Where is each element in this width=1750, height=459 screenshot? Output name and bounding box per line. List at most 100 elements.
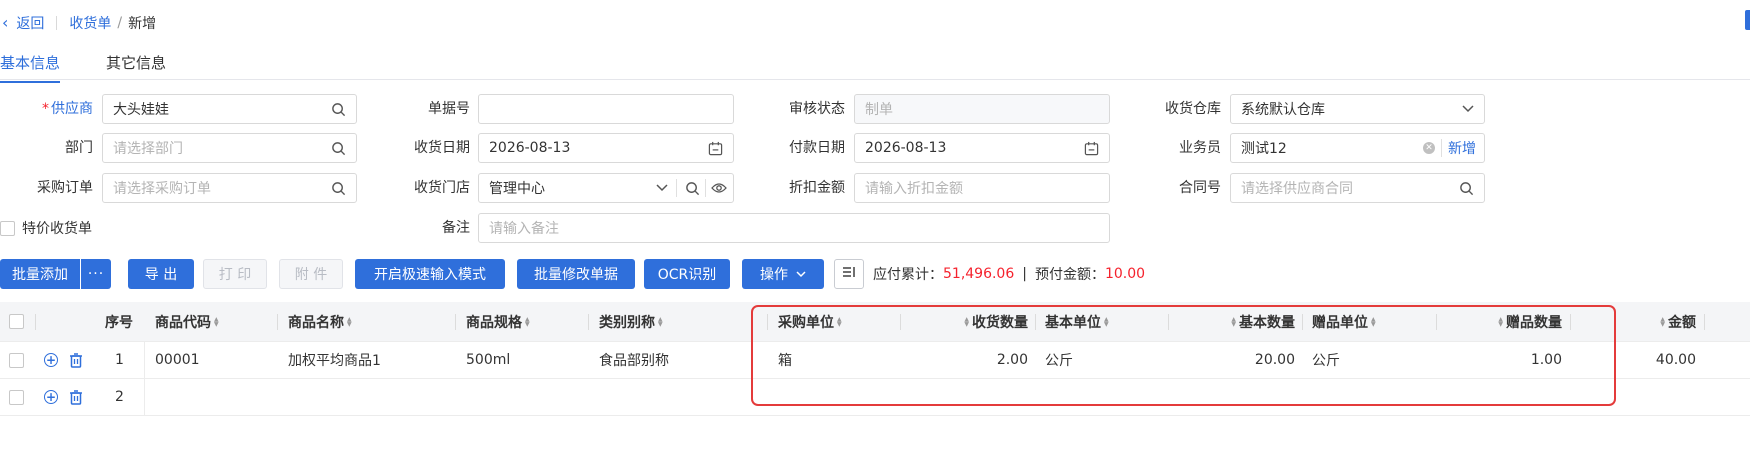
header-divider — [588, 314, 589, 330]
header-name[interactable]: 商品名称 ▲ ▼ — [288, 302, 352, 341]
eye-icon[interactable] — [711, 182, 727, 194]
cell-amount[interactable]: 40.00 — [1570, 342, 1696, 378]
supplier-field[interactable]: 大头娃娃 — [102, 94, 357, 124]
header-divider — [1704, 314, 1705, 330]
sort-icon: ▲ ▼ — [1498, 315, 1503, 328]
more-button[interactable]: ··· — [81, 259, 111, 289]
trash-icon[interactable] — [69, 342, 83, 378]
contract-field[interactable]: 请选择供应商合同 — [1230, 173, 1485, 203]
search-icon[interactable] — [1459, 181, 1474, 196]
trash-icon[interactable] — [69, 379, 83, 415]
clear-icon[interactable]: ✕ — [1423, 142, 1435, 154]
header-category[interactable]: 类别别称 ▲ ▼ — [599, 302, 663, 341]
remark-input[interactable]: 请输入备注 — [478, 213, 1110, 243]
attach-button[interactable]: 附 件 — [279, 259, 343, 289]
discount-placeholder: 请输入折扣金额 — [865, 181, 963, 197]
contract-placeholder: 请选择供应商合同 — [1241, 181, 1353, 197]
cell-name[interactable]: 加权平均商品1 — [288, 342, 381, 378]
breadcrumb-parent[interactable]: 收货单 — [69, 13, 111, 33]
supplier-label: * 供应商 — [42, 101, 93, 117]
print-button[interactable]: 打 印 — [203, 259, 267, 289]
discount-input[interactable]: 请输入折扣金额 — [854, 173, 1110, 203]
header-recv-qty[interactable]: ▲ ▼ 收货数量 — [900, 302, 1028, 341]
warehouse-select[interactable]: 系统默认仓库 — [1230, 94, 1485, 124]
prepaid-label: 预付金额： — [1034, 267, 1105, 283]
salesman-value: 测试12 — [1241, 141, 1287, 157]
store-select[interactable]: 管理中心 — [478, 173, 734, 203]
receive-date-value: 2026-08-13 — [489, 140, 571, 156]
search-icon[interactable] — [331, 181, 346, 196]
column-divider — [144, 342, 145, 416]
divider — [56, 16, 58, 30]
pay-date-field[interactable]: 2026-08-13 — [854, 133, 1110, 163]
remark-placeholder: 请输入备注 — [489, 221, 559, 237]
receive-date-field[interactable]: 2026-08-13 — [478, 133, 734, 163]
export-button[interactable]: 导 出 — [128, 259, 194, 289]
tab-other-info[interactable]: 其它信息 — [106, 52, 166, 81]
header-spec[interactable]: 商品规格 ▲ ▼ — [466, 302, 530, 341]
cell-code[interactable]: 00001 — [155, 342, 200, 378]
header-code[interactable]: 商品代码 ▲ ▼ — [155, 302, 219, 341]
operate-dropdown[interactable]: 操作 — [742, 259, 824, 289]
row-checkbox[interactable] — [9, 379, 24, 415]
department-placeholder: 请选择部门 — [113, 141, 183, 157]
audit-status-placeholder: 制单 — [865, 102, 893, 118]
tab-bar: 基本信息 其它信息 — [0, 46, 1750, 83]
audit-status-label: 审核状态 — [789, 101, 845, 117]
add-row-icon[interactable]: + — [44, 379, 58, 415]
calendar-icon[interactable] — [1084, 141, 1099, 156]
search-icon[interactable] — [331, 102, 346, 117]
header-gift-unit[interactable]: 赠品单位 ▲ ▼ — [1312, 302, 1376, 341]
header-purchase-unit[interactable]: 采购单位 ▲ ▼ — [778, 302, 842, 341]
payable-label: 应付累计： — [873, 267, 943, 283]
cell-recv-qty[interactable]: 2.00 — [900, 342, 1028, 378]
pay-date-value: 2026-08-13 — [865, 140, 947, 156]
purchase-order-field[interactable]: 请选择采购订单 — [102, 173, 357, 203]
cell-base-unit[interactable]: 公斤 — [1045, 342, 1073, 378]
cell-spec[interactable]: 500ml — [466, 342, 510, 378]
calendar-icon[interactable] — [708, 141, 723, 156]
row-checkbox[interactable] — [9, 342, 24, 378]
header-base-qty[interactable]: ▲ ▼ 基本数量 — [1168, 302, 1295, 341]
select-all-checkbox[interactable] — [9, 302, 24, 341]
search-icon[interactable] — [331, 141, 346, 156]
search-icon[interactable] — [685, 181, 700, 196]
special-price-option[interactable]: 特价收货单 — [0, 213, 92, 243]
edge-indicator — [1745, 10, 1750, 30]
cell-gift-qty[interactable]: 1.00 — [1436, 342, 1562, 378]
batch-edit-button[interactable]: 批量修改单据 — [517, 259, 635, 289]
header-divider — [455, 314, 456, 330]
header-amount[interactable]: ▲ ▼ 金额 — [1570, 302, 1696, 341]
header-divider — [277, 314, 278, 330]
cell-purchase-unit[interactable]: 箱 — [778, 342, 792, 378]
salesman-field[interactable]: 测试12 ✕ 新增 — [1230, 133, 1485, 163]
batch-add-split-button[interactable]: 批量添加 ··· — [0, 259, 111, 289]
top-bar: ‹ 返回 收货单 / 新增 — [0, 8, 156, 38]
store-label: 收货门店 — [414, 180, 470, 196]
header-base-unit[interactable]: 基本单位 ▲ ▼ — [1045, 302, 1109, 341]
column-settings-button[interactable] — [834, 259, 864, 289]
special-price-checkbox[interactable] — [0, 220, 15, 236]
cell-base-qty[interactable]: 20.00 — [1168, 342, 1295, 378]
store-value: 管理中心 — [489, 181, 545, 197]
department-field[interactable]: 请选择部门 — [102, 133, 357, 163]
cell-gift-unit[interactable]: 公斤 — [1312, 342, 1340, 378]
column-settings-icon — [842, 266, 856, 282]
grid-header: 序号 商品代码 ▲ ▼ 商品名称 ▲ ▼ 商品规格 ▲ ▼ 类别别称 ▲ ▼ 采购单位 ▲ ▼ ▲ ▼… — [0, 302, 1750, 342]
cell-category[interactable]: 食品部别称 — [599, 342, 669, 378]
salesman-add-link[interactable]: 新增 — [1448, 138, 1476, 158]
doc-no-field[interactable] — [478, 94, 734, 124]
chevron-down-icon — [656, 184, 668, 192]
sort-icon: ▲ ▼ — [1660, 315, 1665, 328]
header-gift-qty[interactable]: ▲ ▼ 赠品数量 — [1436, 302, 1562, 341]
ocr-button[interactable]: OCR识别 — [644, 259, 730, 289]
add-row-icon[interactable]: + — [44, 342, 58, 378]
discount-label: 折扣金额 — [789, 180, 845, 196]
batch-add-button[interactable]: 批量添加 — [0, 259, 80, 289]
back-button[interactable]: ‹ 返回 — [2, 13, 44, 33]
audit-status-field: 制单 — [854, 94, 1110, 124]
department-label: 部门 — [65, 140, 93, 156]
tab-basic-info[interactable]: 基本信息 — [0, 52, 61, 83]
fast-input-button[interactable]: 开启极速输入模式 — [355, 259, 505, 289]
sort-icon: ▲ ▼ — [1104, 315, 1109, 328]
